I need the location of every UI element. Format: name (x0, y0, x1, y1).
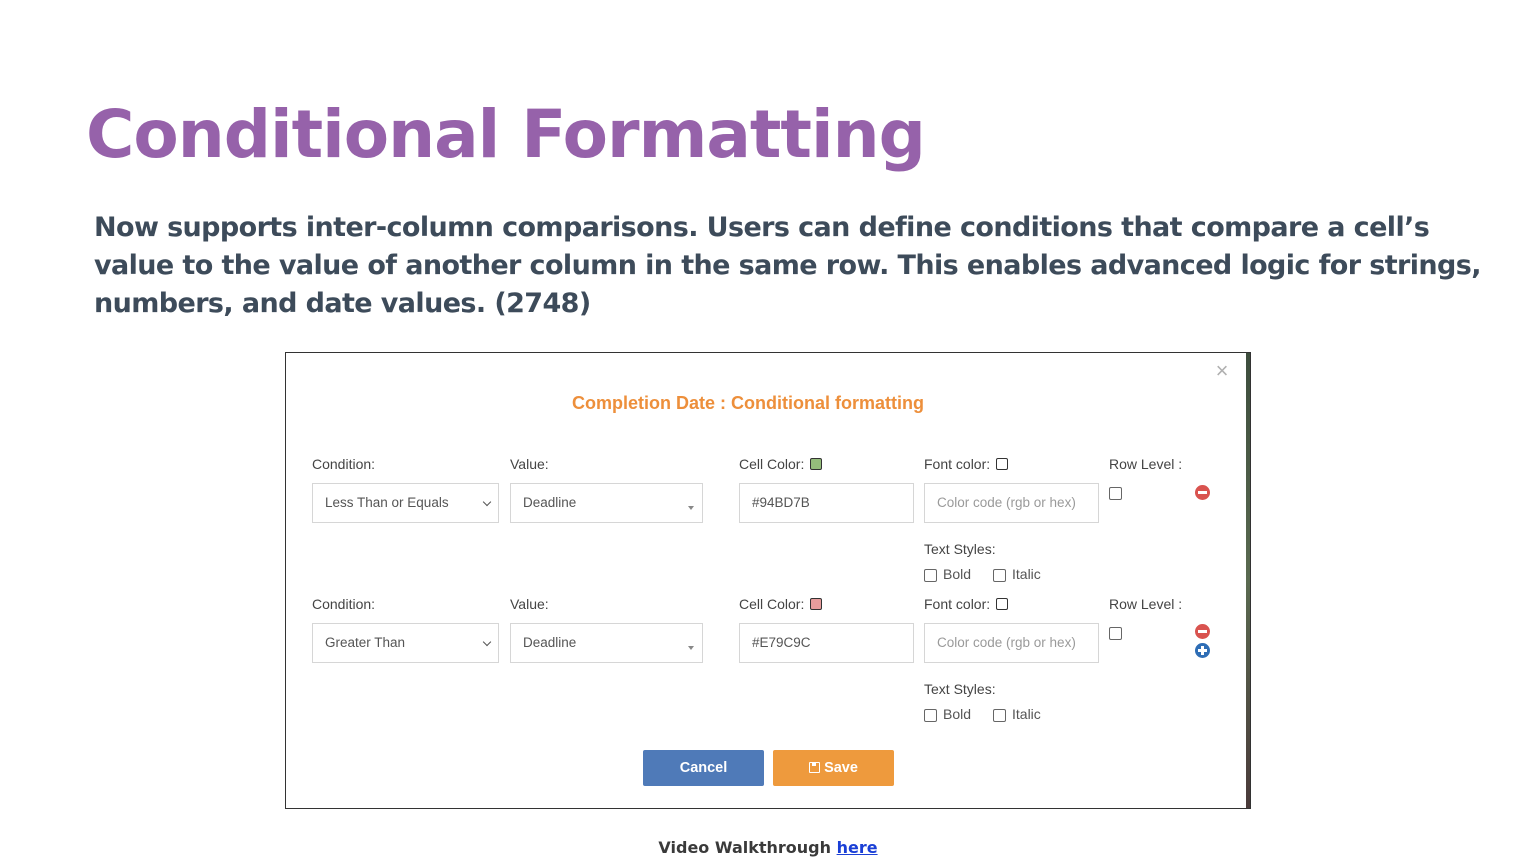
walkthrough-link[interactable]: here (837, 838, 878, 857)
font-color-swatch (996, 598, 1009, 610)
cell-color-swatch (810, 598, 823, 610)
row-level-checkbox[interactable] (1109, 487, 1122, 500)
cell-color-swatch (810, 458, 823, 470)
font-color-swatch (996, 458, 1009, 470)
footer: Video Walkthrough here (0, 838, 1536, 857)
save-button-label: Save (824, 760, 858, 776)
row-level-checkbox[interactable] (1109, 627, 1122, 640)
value-label: Value: (510, 456, 549, 472)
cell-color-label: Cell Color: (739, 456, 823, 472)
italic-checkbox[interactable] (993, 709, 1006, 722)
bold-checkbox[interactable] (924, 709, 937, 722)
row-level-label: Row Level : (1109, 596, 1183, 612)
window-edge (1246, 353, 1250, 808)
condition-select[interactable]: Greater Than (312, 623, 499, 663)
cancel-button[interactable]: Cancel (643, 750, 764, 786)
italic-checkbox[interactable] (993, 569, 1006, 582)
bold-checkbox[interactable] (924, 569, 937, 582)
italic-label: Italic (1012, 706, 1041, 722)
slide-title: Conditional Formatting (86, 96, 926, 173)
row-level-label: Row Level : (1109, 456, 1183, 472)
conditional-formatting-modal: × Completion Date : Conditional formatti… (285, 352, 1251, 809)
font-color-label: Font color: (924, 596, 1009, 612)
value-select[interactable]: Deadline (510, 623, 703, 663)
remove-rule-icon[interactable] (1195, 485, 1210, 500)
bold-label: Bold (943, 706, 972, 722)
cell-color-input[interactable]: #E79C9C (739, 623, 914, 663)
condition-label: Condition: (312, 456, 376, 472)
font-color-label: Font color: (924, 456, 1009, 472)
save-button[interactable]: Save (773, 750, 894, 786)
remove-rule-icon[interactable] (1195, 624, 1210, 639)
value-label: Value: (510, 596, 549, 612)
cell-color-input[interactable]: #94BD7B (739, 483, 914, 523)
footer-text: Video Walkthrough (658, 838, 837, 857)
font-color-input[interactable]: Color code (rgb or hex) (924, 623, 1099, 663)
slide-description: Now supports inter-column comparisons. U… (94, 212, 1481, 319)
value-select[interactable]: Deadline (510, 483, 703, 523)
close-icon[interactable]: × (1214, 360, 1230, 382)
italic-label: Italic (1012, 566, 1041, 582)
modal-title: Completion Date : Conditional formatting (572, 393, 924, 413)
text-styles-label: Text Styles: (924, 541, 996, 557)
text-styles-label: Text Styles: (924, 681, 996, 697)
floppy-disk-icon (809, 762, 821, 773)
font-color-input[interactable]: Color code (rgb or hex) (924, 483, 1099, 523)
condition-select[interactable]: Less Than or Equals (312, 483, 499, 523)
bold-label: Bold (943, 566, 972, 582)
condition-label: Condition: (312, 596, 376, 612)
add-rule-icon[interactable] (1195, 643, 1210, 658)
cell-color-label: Cell Color: (739, 596, 823, 612)
